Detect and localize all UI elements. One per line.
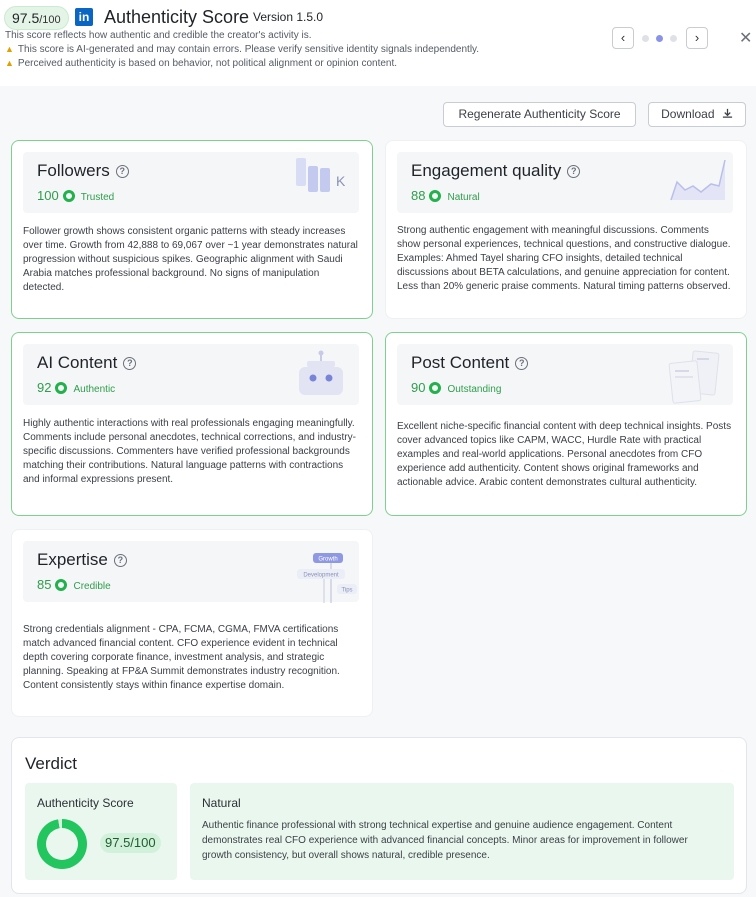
next-button[interactable]: › — [686, 27, 708, 49]
post-content-card: Post Content? 90 Outstanding Excellent ni… — [385, 332, 747, 516]
warning-text: This score is AI-generated and may conta… — [17, 44, 480, 55]
verdict-summary-box: Natural Authentic finance professional w… — [190, 783, 734, 880]
help-icon[interactable]: ? — [123, 357, 137, 370]
card-header: Followers? 100 Trusted K — [23, 152, 359, 213]
svg-text:K: K — [336, 173, 346, 189]
card-metric: 90 Outstanding — [411, 380, 501, 395]
metric-status: Natural — [447, 192, 480, 203]
page-dot-active[interactable] — [656, 35, 663, 42]
verdict-score-box: Authenticity Score 97.5/100 — [25, 783, 177, 880]
followers-card: Followers? 100 Trusted K Follower growth … — [11, 140, 373, 319]
metric-score: 90 — [411, 380, 426, 395]
download-button[interactable]: Download — [648, 102, 746, 127]
card-header: Post Content? 90 Outstanding — [397, 344, 733, 405]
card-metric: 92 Authentic — [37, 380, 115, 395]
growth-tags-illustration-icon: Growth Development Tips — [297, 553, 357, 603]
card-header: AI Content? 92 Authentic — [23, 344, 359, 405]
metric-score: 88 — [411, 188, 426, 203]
download-label: Download — [661, 107, 715, 121]
subtitle: This score reflects how authentic and cr… — [5, 30, 312, 41]
card-description: Strong credentials alignment - CPA, FCMA… — [23, 624, 340, 691]
help-icon[interactable]: ? — [113, 554, 127, 567]
warning-icon: ▲ — [5, 58, 14, 68]
card-title: Expertise? — [37, 550, 127, 570]
warning-line: ▲ Perceived authenticity is based on beha… — [5, 58, 397, 69]
metric-status: Trusted — [80, 192, 115, 203]
progress-ring-icon — [55, 579, 68, 591]
help-icon[interactable]: ? — [567, 165, 581, 178]
card-metric: 100 Trusted — [37, 188, 114, 203]
metric-score: 92 — [37, 380, 52, 395]
verdict-summary-title: Natural — [202, 796, 241, 810]
card-description: Follower growth shows consistent organic… — [23, 226, 358, 293]
card-title: Followers? — [37, 161, 129, 181]
svg-text:Development: Development — [303, 573, 339, 579]
version-label: Version 1.5.0 — [253, 10, 324, 24]
close-icon[interactable]: ✕ — [739, 28, 752, 48]
help-icon[interactable]: ? — [515, 357, 529, 370]
app-title: Authenticity Score — [104, 7, 250, 27]
linkedin-icon: in — [75, 8, 93, 26]
robot-illustration-icon — [299, 350, 343, 395]
regenerate-button[interactable]: Regenerate Authenticity Score — [443, 102, 636, 127]
svg-text:Tips: Tips — [341, 588, 352, 594]
card-description: Excellent niche-specific financial conte… — [397, 421, 732, 488]
download-icon — [722, 108, 732, 118]
metric-score: 85 — [37, 577, 52, 592]
progress-ring-icon — [62, 190, 75, 202]
documents-illustration-icon — [668, 350, 720, 404]
page-dot[interactable] — [670, 35, 677, 42]
score-badge: 97.5/100 — [4, 6, 69, 30]
metric-status: Outstanding — [447, 384, 502, 395]
verdict-title: Verdict — [25, 754, 77, 773]
engagement-card: Engagement quality? 88 Natural Strong aut… — [385, 140, 747, 319]
score-badge-max: /100 — [39, 14, 61, 26]
card-title: Engagement quality? — [411, 161, 581, 181]
svg-text:Growth: Growth — [318, 557, 337, 563]
previous-button[interactable]: ‹ — [612, 27, 634, 49]
progress-ring-icon — [55, 382, 68, 394]
card-header: Expertise? 85 Credible Growth Development… — [23, 541, 359, 603]
progress-ring-icon — [429, 190, 442, 202]
warning-icon: ▲ — [5, 44, 14, 54]
ai-content-card: AI Content? 92 Authentic Highly authentic… — [11, 332, 373, 516]
card-metric: 85 Credible — [37, 577, 111, 592]
verdict-summary-text: Authentic finance professional with stro… — [202, 820, 688, 861]
warning-text: Perceived authenticity is based on behav… — [17, 58, 398, 69]
page-dot[interactable] — [642, 35, 649, 42]
card-title: AI Content? — [37, 353, 137, 373]
header: 97.5/100 in Authenticity Score Version 1… — [0, 0, 756, 86]
bar-chart-illustration-icon: K — [296, 158, 346, 192]
card-header: Engagement quality? 88 Natural — [397, 152, 733, 213]
progress-ring-icon — [429, 382, 442, 394]
warning-line: ▲ This score is AI-generated and may cont… — [5, 44, 479, 55]
verdict-score-label: Authenticity Score — [37, 796, 134, 810]
score-badge-value: 97.5 — [12, 10, 40, 26]
metric-status: Authentic — [73, 384, 116, 395]
card-description: Highly authentic interactions with real … — [23, 418, 356, 485]
line-chart-illustration-icon — [670, 159, 726, 201]
card-metric: 88 Natural — [411, 188, 480, 203]
card-description: Strong authentic engagement with meaning… — [397, 225, 731, 292]
verdict-panel: Verdict Authenticity Score 97.5/100 Natu… — [11, 737, 747, 894]
expertise-card: Expertise? 85 Credible Growth Development… — [11, 529, 373, 717]
score-donut-chart — [37, 819, 87, 869]
card-title: Post Content? — [411, 353, 529, 373]
metric-score: 100 — [37, 188, 59, 203]
verdict-score-value: 97.5/100 — [100, 833, 161, 853]
metric-status: Credible — [73, 581, 111, 592]
help-icon[interactable]: ? — [115, 165, 129, 178]
